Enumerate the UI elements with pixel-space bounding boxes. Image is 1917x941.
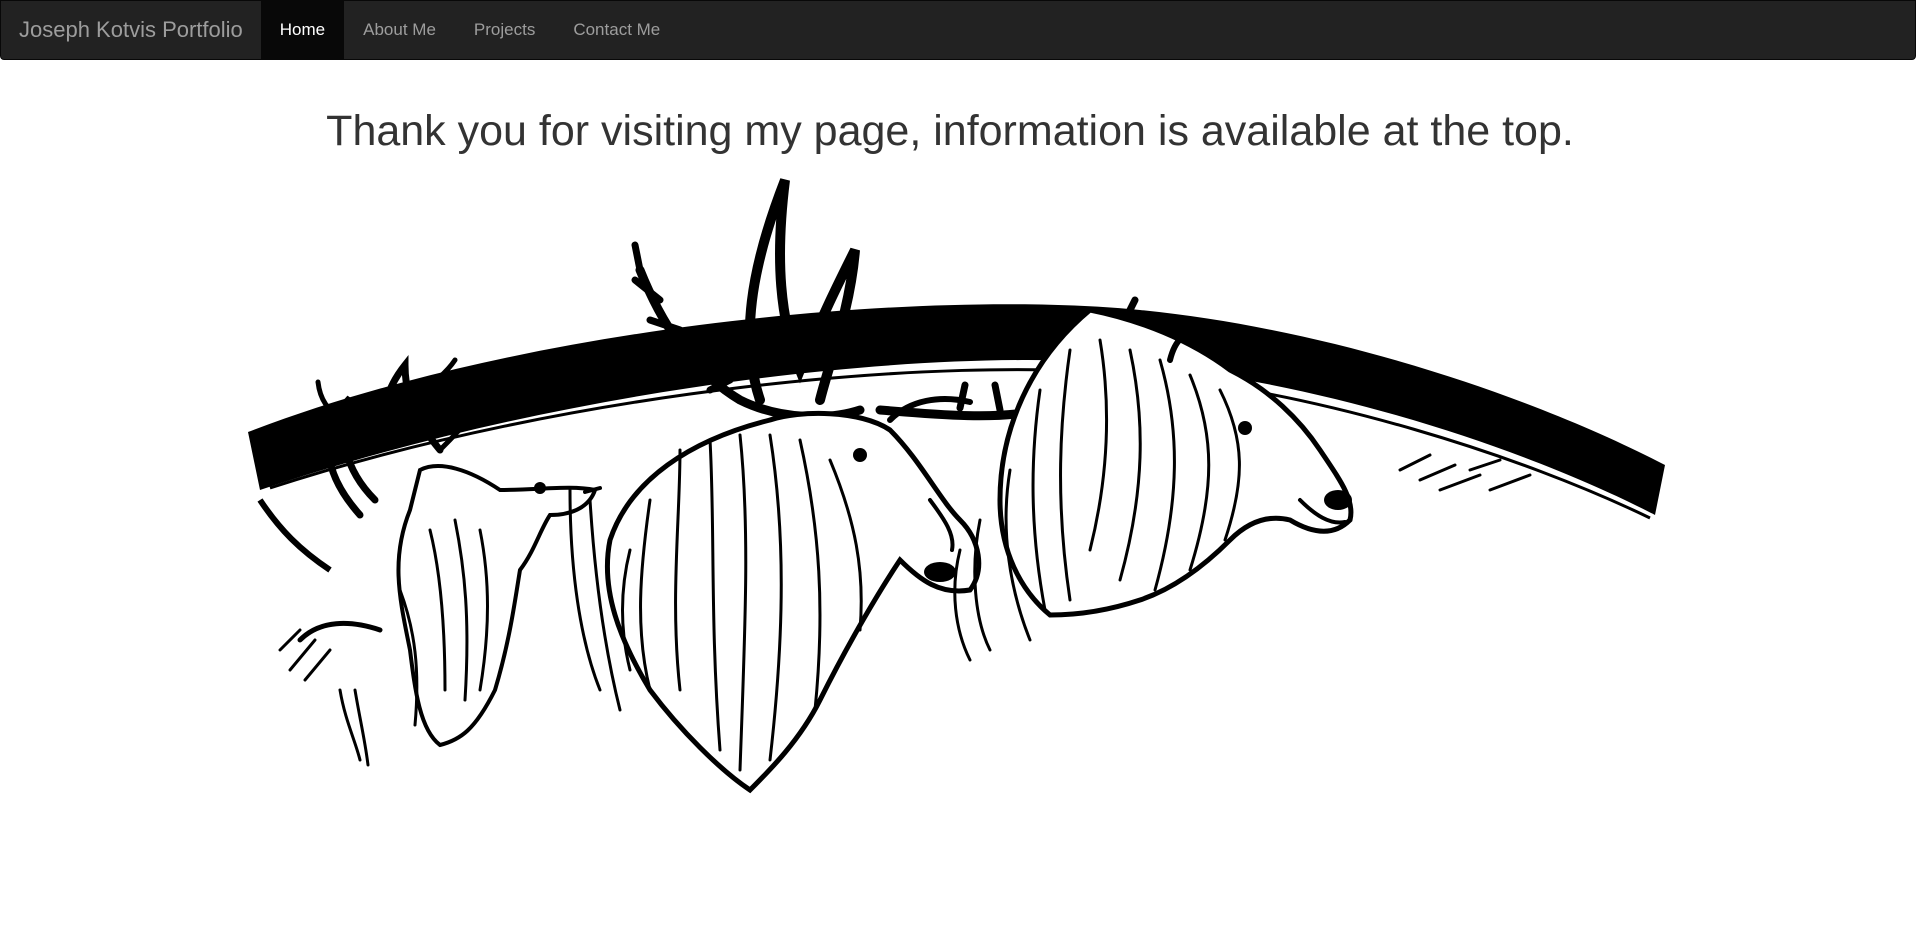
- top-navbar: Joseph Kotvis Portfolio Home About Me Pr…: [0, 0, 1916, 60]
- nav-item-projects[interactable]: Projects: [455, 1, 554, 59]
- navbar-brand-link[interactable]: Joseph Kotvis Portfolio: [1, 1, 261, 59]
- wildlife-illustration: [248, 178, 1665, 794]
- page-headline: Thank you for visiting my page, informat…: [326, 107, 1574, 155]
- nav-item-about-me[interactable]: About Me: [344, 1, 455, 59]
- nav-item-home[interactable]: Home: [260, 1, 345, 59]
- nav-item-contact-me[interactable]: Contact Me: [554, 1, 679, 59]
- nav-menu: Home About Me Projects Contact Me: [260, 1, 679, 59]
